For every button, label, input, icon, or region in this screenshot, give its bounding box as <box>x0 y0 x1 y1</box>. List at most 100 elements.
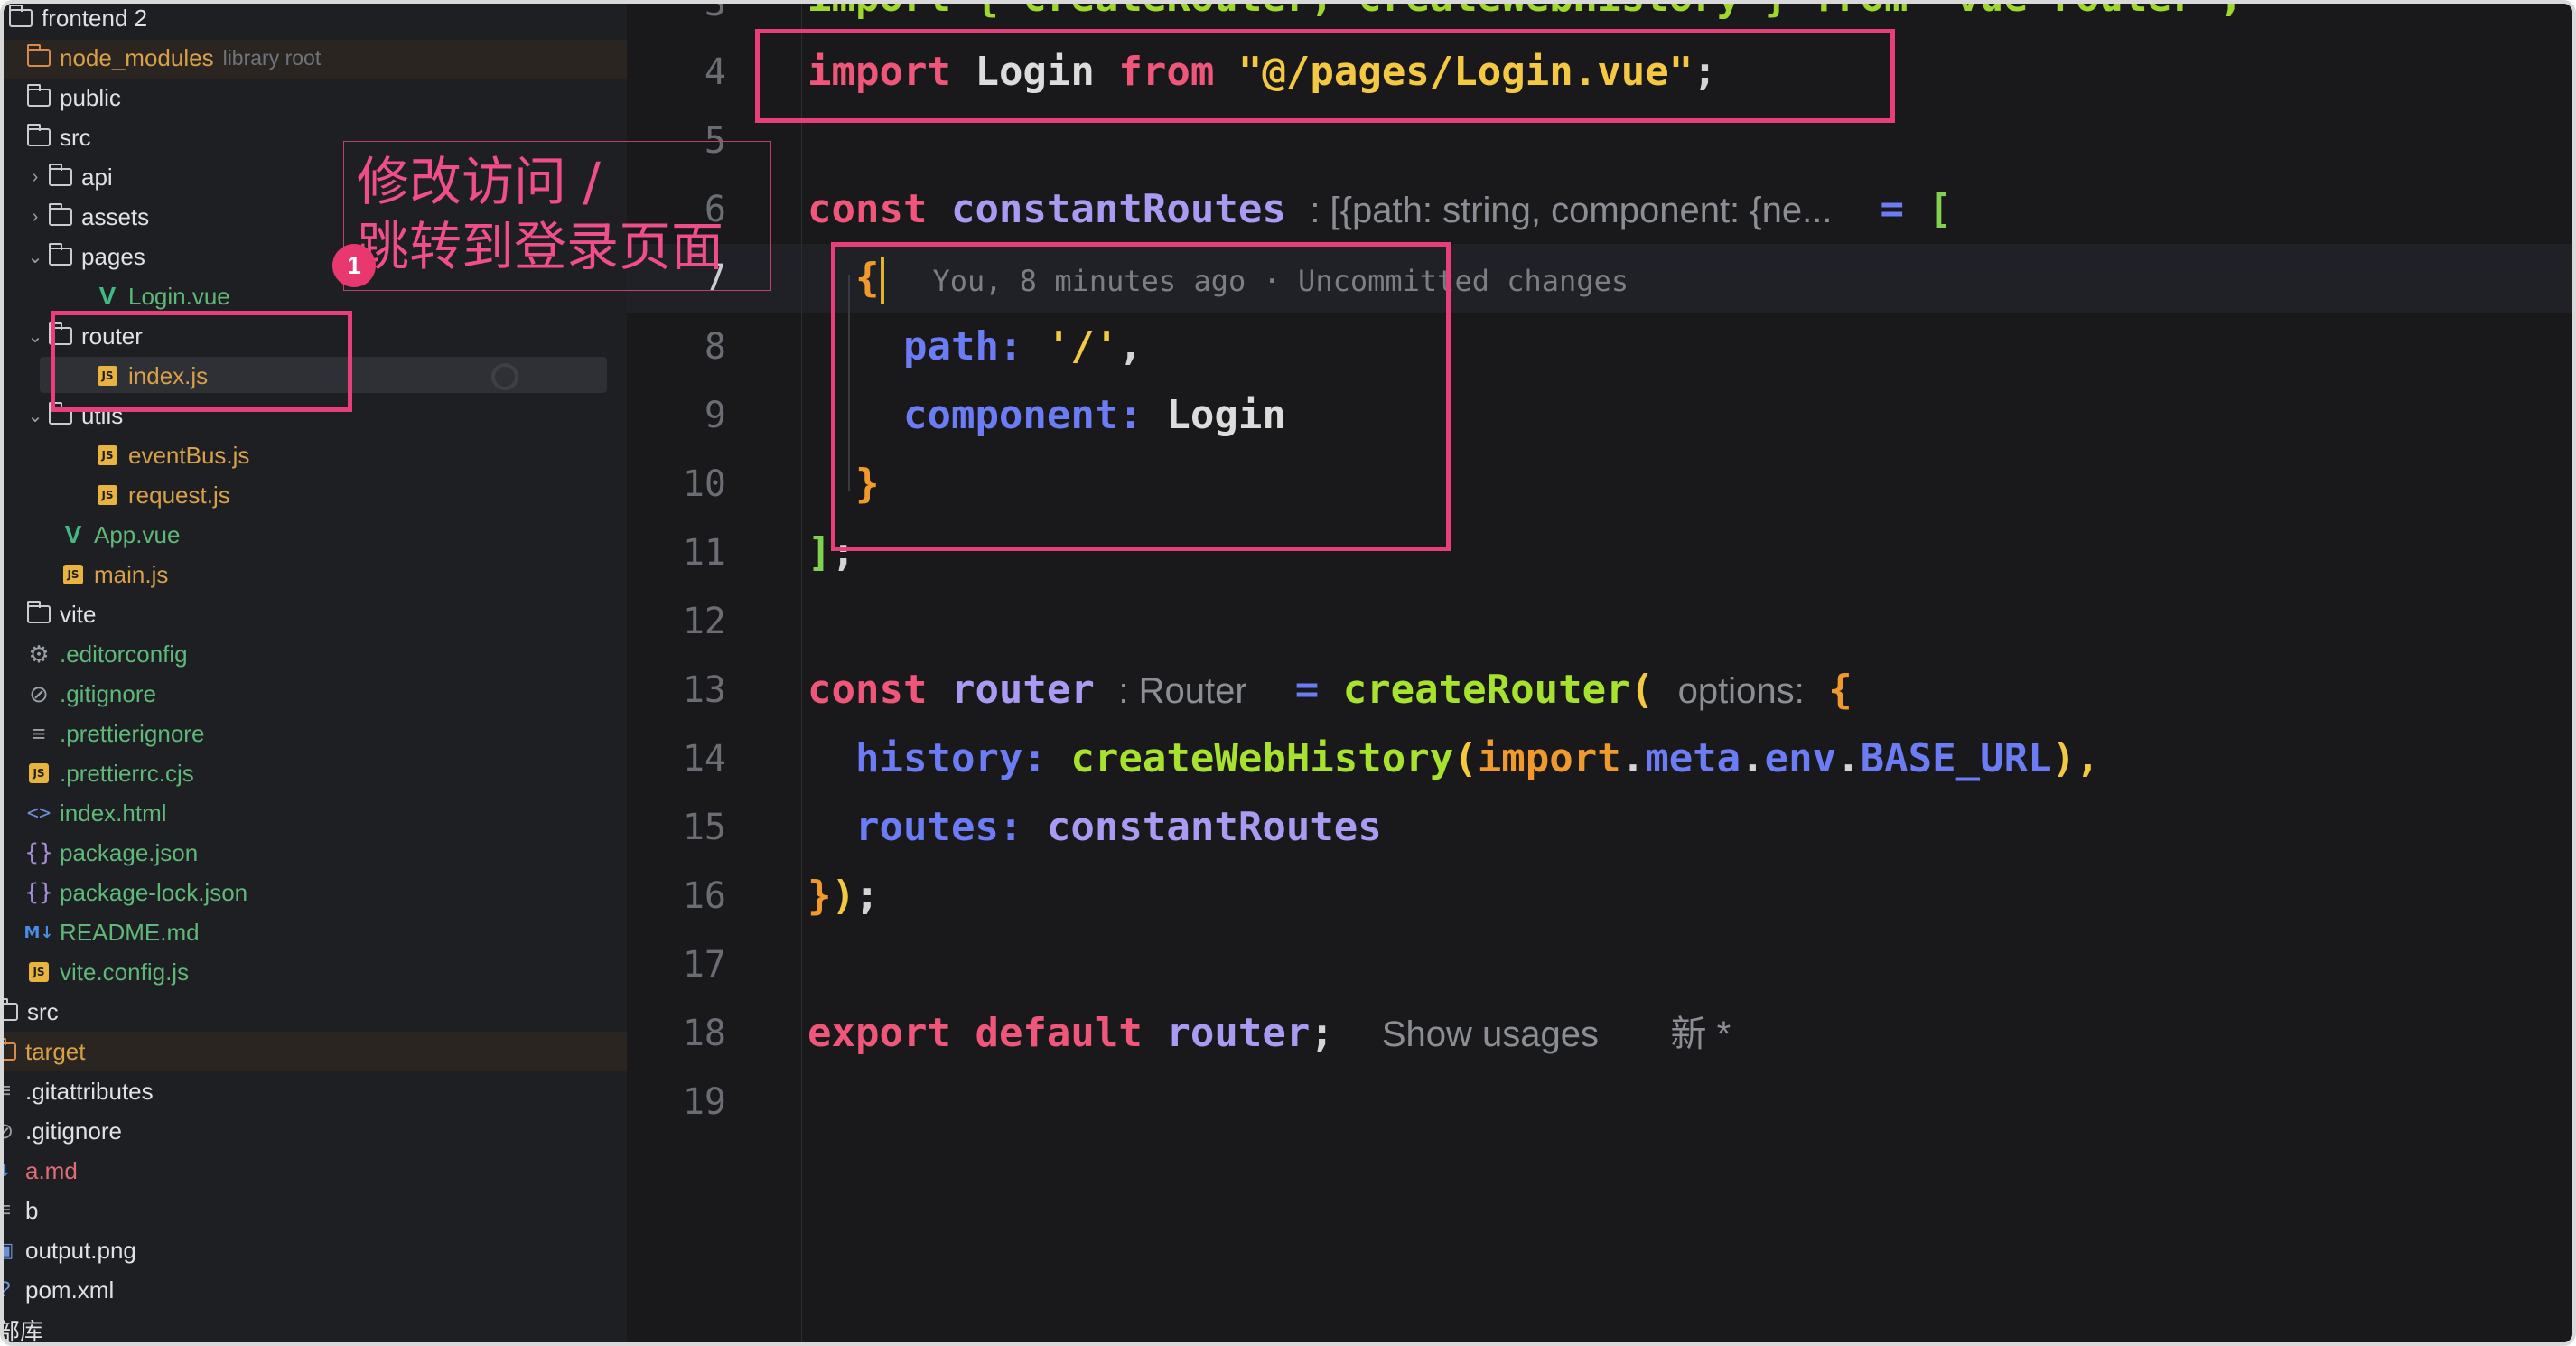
tree-item-editorconfig[interactable]: ⚙ .editorconfig <box>25 634 187 674</box>
tree-item-label: .prettierignore <box>60 719 205 747</box>
identifier: router <box>950 667 1095 713</box>
tree-item-prettierrc[interactable]: JS .prettierrc.cjs <box>25 753 194 793</box>
tree-item-label: 部库 <box>4 1317 44 1345</box>
js-file-icon: JS <box>94 442 121 469</box>
js-file-icon: JS <box>60 561 87 588</box>
type-hint: : Router <box>1118 671 1247 711</box>
line-number: 3 <box>704 0 726 24</box>
tree-item-node-modules[interactable]: node_modules library root <box>25 38 321 78</box>
folder-icon <box>25 84 52 111</box>
tree-item-eventbus-js[interactable]: JS eventBus.js <box>94 435 249 475</box>
excluded-row-highlight <box>4 1032 627 1071</box>
maven-file-icon: ? <box>4 1276 18 1304</box>
tree-item-api[interactable]: › api <box>23 157 113 197</box>
code-line-13[interactable]: const router : Router = createRouter( op… <box>807 656 1853 724</box>
js-file-icon: JS <box>25 760 52 787</box>
line-number: 8 <box>704 326 726 368</box>
property: BASE_URL <box>1860 735 2052 781</box>
ide-window: frontend 2 node_modules library root pub… <box>0 0 2576 1346</box>
tree-item-label: Login.vue <box>128 282 230 310</box>
punctuation: } <box>807 873 832 919</box>
tree-item-label: pages <box>81 242 145 270</box>
tree-item-readme[interactable]: M↓ README.md <box>23 912 200 952</box>
tree-item-public[interactable]: public <box>25 78 121 117</box>
line-number: 11 <box>682 532 726 574</box>
tree-item-pages[interactable]: ⌄ pages <box>23 237 145 276</box>
tree-item-label: output.png <box>25 1236 136 1264</box>
tree-item-vite[interactable]: vite <box>25 594 96 634</box>
line-number: 12 <box>682 601 726 642</box>
folder-icon <box>4 1038 18 1065</box>
markdown-file-icon: M↓ <box>23 922 54 942</box>
function-name: createWebHistory <box>1070 735 1454 781</box>
punctuation: ), <box>2051 735 2100 781</box>
tree-item-src-root[interactable]: src <box>4 992 59 1032</box>
js-file-icon: JS <box>25 958 52 986</box>
punctuation: ) <box>831 873 856 919</box>
folder-icon <box>25 44 52 71</box>
punctuation: ; <box>855 873 880 919</box>
keyword: const <box>807 186 928 232</box>
tree-item-b[interactable]: ≡ b <box>4 1191 38 1230</box>
folder-icon <box>4 998 20 1025</box>
tree-item-output-png[interactable]: ▣ output.png <box>4 1230 136 1270</box>
tree-item-assets[interactable]: › assets <box>23 197 150 237</box>
chevron-right-icon[interactable]: › <box>23 167 47 188</box>
chevron-down-icon[interactable]: ⌄ <box>23 325 47 348</box>
code-line-6[interactable]: const constantRoutes : [{path: string, c… <box>807 175 1952 244</box>
tree-item-frontend[interactable]: frontend 2 <box>7 4 147 38</box>
code-line-18[interactable]: export default router; Show usages 新 * <box>807 999 1731 1068</box>
property-key: routes: <box>854 804 1023 850</box>
chevron-right-icon[interactable]: › <box>23 207 47 228</box>
line-number: 9 <box>704 395 726 436</box>
tree-item-src[interactable]: src <box>25 117 91 157</box>
chevron-down-icon[interactable]: ⌄ <box>23 246 47 268</box>
tree-item-libraries[interactable]: 部库 <box>4 1310 44 1345</box>
tree-item-target[interactable]: target <box>4 1032 86 1071</box>
tree-item-label: index.html <box>60 799 167 827</box>
operator: = <box>1294 667 1320 713</box>
tree-item-label: pom.xml <box>25 1276 115 1304</box>
tree-item-vite-config[interactable]: JS vite.config.js <box>25 952 189 992</box>
tree-item-prettierignore[interactable]: ≡ .prettierignore <box>25 714 204 753</box>
tree-item-label: request.js <box>128 481 230 509</box>
show-usages-hint[interactable]: Show usages <box>1382 1014 1599 1054</box>
code-line-15[interactable]: routes: constantRoutes <box>807 793 1382 862</box>
tree-item-label: eventBus.js <box>128 441 250 469</box>
tree-item-label: .prettierrc.cjs <box>60 759 194 787</box>
annotation-box-route <box>831 242 1451 551</box>
type-hint: : [{path: string, component: {ne... <box>1310 191 1833 230</box>
tree-item-pom-xml[interactable]: ? pom.xml <box>4 1270 114 1310</box>
tree-item-app-vue[interactable]: V App.vue <box>60 515 181 555</box>
tree-item-gitignore-root[interactable]: ⊘ .gitignore <box>4 1111 122 1151</box>
tree-item-gitignore[interactable]: ⊘ .gitignore <box>25 674 156 714</box>
gear-icon: ⚙ <box>28 640 50 668</box>
code-line-3[interactable]: import { createRouter, createWebHistory … <box>807 4 2243 33</box>
tree-item-label: vite.config.js <box>60 958 190 986</box>
text-file-icon: ≡ <box>4 1078 18 1105</box>
tree-item-gitattributes[interactable]: ≡ .gitattributes <box>4 1071 154 1111</box>
param-hint: options: <box>1677 671 1805 711</box>
chevron-down-icon[interactable]: ⌄ <box>23 405 47 427</box>
property-key: history: <box>854 735 1047 781</box>
line-number: 18 <box>682 1013 726 1054</box>
keyword: import <box>1477 735 1621 781</box>
annotation-text-line-1: 修改访问 / <box>357 151 601 212</box>
tree-item-request-js[interactable]: JS request.js <box>94 475 230 515</box>
code-line-16[interactable]: }); <box>807 862 880 930</box>
tree-item-label: README.md <box>60 918 200 946</box>
keyword: default <box>975 1010 1143 1056</box>
line-number: 10 <box>682 463 726 505</box>
tree-item-package-lock-json[interactable]: {} package-lock.json <box>24 873 247 912</box>
scroll-indicator[interactable] <box>491 363 518 390</box>
tree-item-main-js[interactable]: JS main.js <box>60 555 168 594</box>
tree-item-package-json[interactable]: {} package.json <box>24 833 198 873</box>
text-file-icon: ≡ <box>4 1197 18 1224</box>
line-number: 19 <box>682 1081 726 1123</box>
folder-icon <box>25 124 52 151</box>
image-file-icon: ▣ <box>4 1237 18 1264</box>
tree-item-index-html[interactable]: <> index.html <box>25 793 167 833</box>
tree-item-a-md[interactable]: ↓ a.md <box>4 1151 78 1191</box>
operator: = <box>1880 186 1904 232</box>
code-line-14[interactable]: history: createWebHistory(import.meta.en… <box>807 724 2100 793</box>
